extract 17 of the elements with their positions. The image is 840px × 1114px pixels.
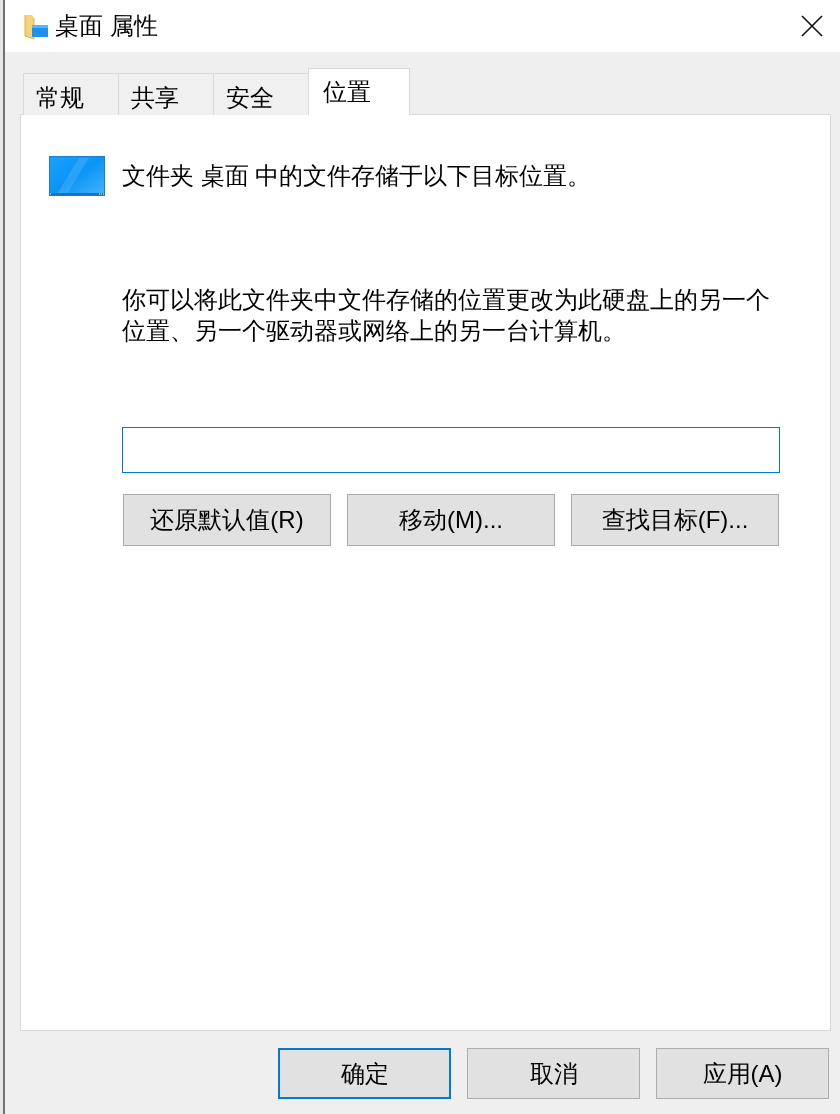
path-input-field[interactable]	[122, 427, 780, 473]
tab[interactable]: 共享	[118, 73, 214, 115]
tab[interactable]: 常规	[23, 73, 119, 115]
location-explanation: 你可以将此文件夹中文件存储的位置更改为此硬盘上的另一个位置、另一个驱动器或网络上的另一台计算机。	[122, 285, 771, 346]
dialog-button[interactable]: 确定	[278, 1048, 451, 1099]
action-button[interactable]: 移动(M)...	[347, 494, 555, 546]
dialog-button[interactable]: 取消	[467, 1048, 640, 1099]
folder-icon	[24, 12, 49, 40]
location-description: 文件夹 桌面 中的文件存储于以下目标位置。	[122, 161, 592, 191]
action-button[interactable]: 还原默认值(R)	[123, 494, 331, 546]
close-icon	[801, 15, 823, 37]
dialog-button[interactable]: 应用(A)	[656, 1048, 829, 1099]
desktop-icon	[49, 156, 105, 196]
tab[interactable]: 位置	[308, 68, 410, 115]
action-button[interactable]: 查找目标(F)...	[571, 494, 779, 546]
tab[interactable]: 安全	[213, 73, 309, 115]
window-title: 桌面 属性	[55, 11, 158, 41]
